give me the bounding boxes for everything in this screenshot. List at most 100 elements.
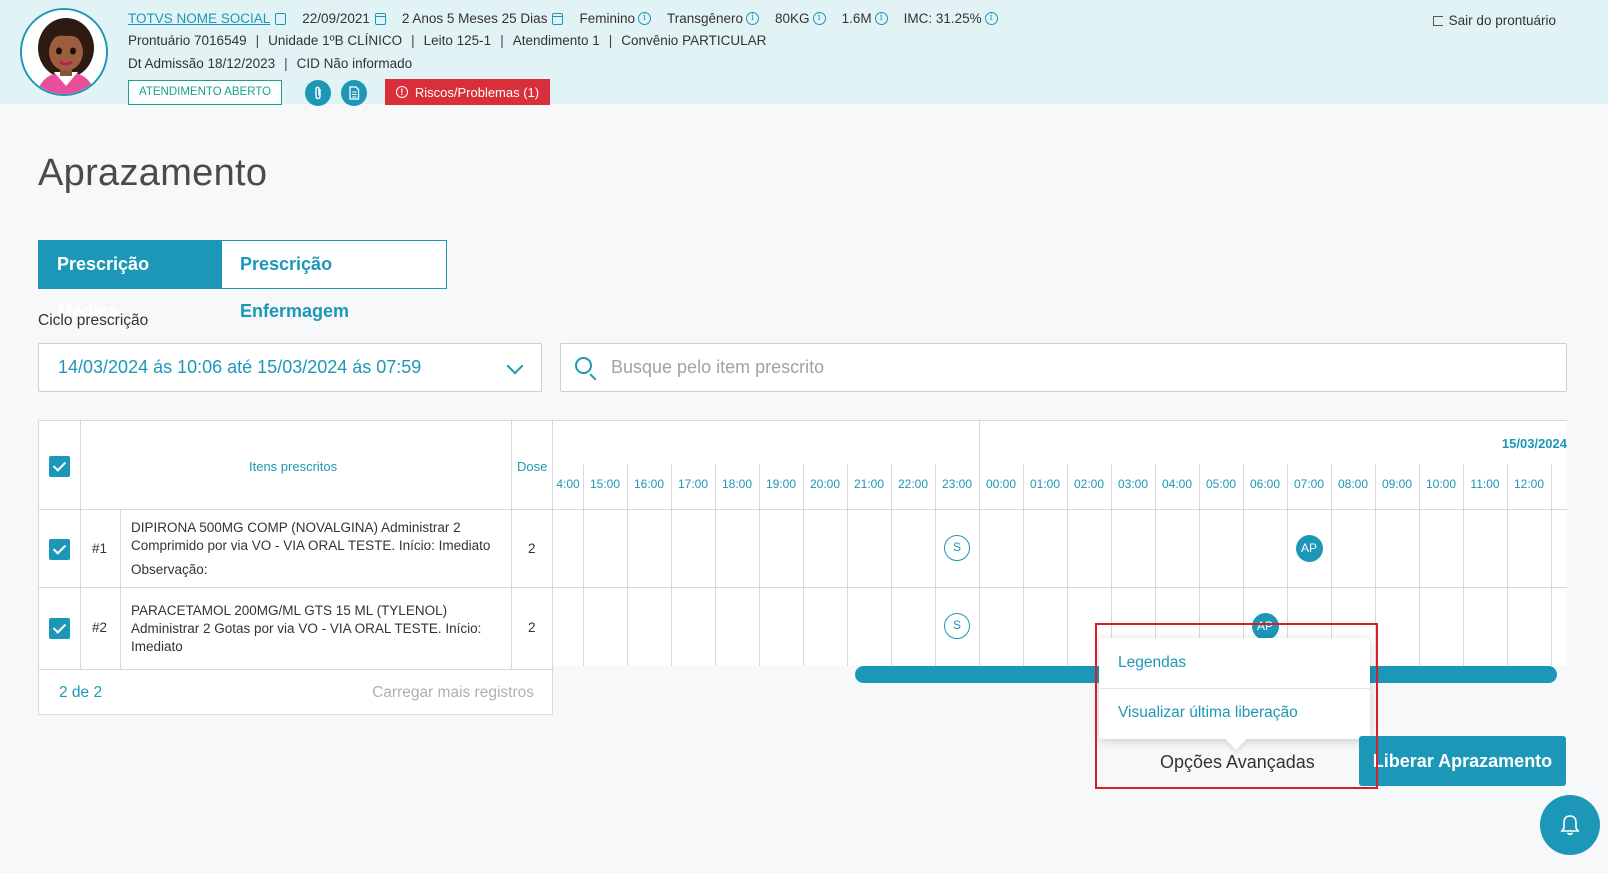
item-dose: 2 (528, 541, 536, 556)
hour-header: 10:00 (1425, 477, 1457, 491)
hour-header: 17:00 (677, 477, 709, 491)
hour-header: 18:00 (721, 477, 753, 491)
hour-header: 00:00 (985, 477, 1017, 491)
document-icon (349, 86, 360, 100)
cid: CID Não informado (296, 56, 413, 71)
hour-header: 02:00 (1073, 477, 1105, 491)
calendar-icon (374, 12, 386, 25)
menu-item-legendas[interactable]: Legendas (1118, 654, 1186, 672)
schedule-grid: 15/03/2024 4:00 15:00 16:00 17:00 18:00 19:00… (553, 420, 1567, 666)
attachment-button[interactable] (305, 80, 331, 106)
admission-date: Dt Admissão 18/12/2023 (128, 56, 276, 71)
logout-label: Sair do prontuário (1448, 13, 1556, 28)
logout-icon (1432, 15, 1443, 26)
item-description: DIPIRONA 500MG COMP (NOVALGINA) Administ… (131, 520, 491, 553)
items-panel: Itens prescritos Dose #1 DIPIRONA 500MG … (38, 420, 554, 715)
hour-header: 07:00 (1293, 477, 1325, 491)
patient-sex: Feminino (579, 11, 635, 26)
table-row-item[interactable]: DIPIRONA 500MG COMP (NOVALGINA) Administ… (131, 519, 516, 579)
patient-name-link[interactable]: TOTVS NOME SOCIAL (128, 11, 270, 26)
hour-header: 06:00 (1249, 477, 1281, 491)
table-row-item[interactable]: PARACETAMOL 200MG/ML GTS 15 ML (TYLENOL)… (131, 602, 516, 656)
load-more-link[interactable]: Carregar mais registros (372, 684, 534, 702)
hour-header: 23:00 (941, 477, 973, 491)
patient-header: TOTVS NOME SOCIAL 22/09/2021 2 Anos 5 Me… (0, 0, 1608, 106)
hour-header: 16:00 (633, 477, 665, 491)
menu-item-visualizar-ultima-liberacao[interactable]: Visualizar última liberação (1118, 704, 1298, 722)
clipboard-icon[interactable] (275, 12, 287, 25)
row-number: #2 (92, 620, 108, 635)
date-label: 15/03/2024 (1501, 436, 1567, 451)
logout-link[interactable]: Sair do prontuário (1432, 13, 1556, 28)
advanced-options-button[interactable]: Opções Avançadas (1160, 752, 1315, 773)
patient-weight: 80KG (775, 11, 810, 26)
hour-header: 19:00 (765, 477, 797, 491)
item-observation: Observação: (131, 562, 208, 577)
advanced-options-menu: Legendas Visualizar última liberação (1099, 638, 1370, 739)
paperclip-icon (315, 86, 321, 100)
separator: | (608, 33, 613, 48)
patient-imc: IMC: 31.25% (903, 11, 982, 26)
info-icon[interactable]: i (746, 12, 760, 25)
info-icon[interactable]: i (637, 12, 651, 25)
schedule-mark-ap[interactable]: AP (1251, 612, 1279, 640)
info-icon[interactable]: i (812, 12, 826, 25)
patient-age: 2 Anos 5 Meses 25 Dias (401, 11, 548, 26)
search-box (560, 343, 1567, 392)
separator: | (284, 56, 288, 71)
search-input[interactable] (611, 344, 1551, 391)
cycle-select[interactable]: 14/03/2024 ás 10:06 até 15/03/2024 ás 07… (38, 343, 542, 392)
tab-prescricao-enfermagem[interactable]: Prescrição Enfermagem (221, 240, 447, 321)
schedule-mark-s[interactable]: S (944, 535, 970, 561)
patient-avatar[interactable] (20, 8, 108, 96)
schedule-mark-ap[interactable]: AP (1295, 534, 1323, 562)
hour-header: 12:00 (1513, 477, 1545, 491)
hour-header: 04:00 (1161, 477, 1193, 491)
release-scheduling-button[interactable]: Liberar Aprazamento (1359, 736, 1566, 786)
select-all-checkbox[interactable] (49, 456, 70, 477)
status-badge: ATENDIMENTO ABERTO (128, 80, 283, 105)
patient-gender: Transgênero (666, 11, 744, 26)
document-button[interactable] (341, 80, 367, 106)
cycle-label: Ciclo prescrição (38, 312, 149, 329)
item-dose: 2 (528, 620, 536, 635)
separator: | (500, 33, 504, 48)
schedule-mark-s[interactable]: S (944, 613, 970, 639)
prontuario-number: Prontuário 7016549 (128, 33, 247, 48)
hour-header: 15:00 (589, 477, 621, 491)
attendance: Atendimento 1 (512, 33, 600, 48)
page-title: Aprazamento (38, 152, 268, 194)
hour-header: 08:00 (1337, 477, 1369, 491)
item-description: PARACETAMOL 200MG/ML GTS 15 ML (TYLENOL)… (131, 603, 482, 654)
patient-info-line-3: Dt Admissão 18/12/2023 | CID Não informa… (128, 56, 412, 71)
column-header-items: Itens prescritos (249, 459, 338, 474)
bell-icon (1560, 815, 1580, 836)
prescription-tabs: Prescrição Médica Prescrição Enfermagem (38, 240, 447, 321)
tab-prescricao-medica[interactable]: Prescrição Médica (38, 240, 221, 321)
separator: | (255, 33, 260, 48)
row-checkbox[interactable] (49, 539, 70, 560)
hour-header: 09:00 (1381, 477, 1413, 491)
notifications-button[interactable] (1540, 795, 1600, 855)
insurance: Convênio PARTICULAR (621, 33, 767, 48)
hour-header: 03:00 (1117, 477, 1149, 491)
birth-date: 22/09/2021 (302, 11, 370, 26)
alert-icon: ! (395, 86, 408, 98)
unit: Unidade 1ºB CLÍNICO (268, 33, 403, 48)
info-icon[interactable]: i (984, 12, 998, 25)
patient-info-line-1: TOTVS NOME SOCIAL 22/09/2021 2 Anos 5 Me… (128, 11, 1014, 26)
hour-header: 01:00 (1029, 477, 1061, 491)
hour-header: 20:00 (809, 477, 841, 491)
risks-problems-button[interactable]: ! Riscos/Problemas (1) (385, 79, 550, 105)
risks-problems-label: Riscos/Problemas (1) (414, 84, 540, 100)
cycle-select-value: 14/03/2024 ás 10:06 até 15/03/2024 ás 07… (58, 357, 422, 377)
info-icon[interactable]: i (874, 12, 888, 25)
row-checkbox[interactable] (49, 618, 70, 639)
hour-header: 05:00 (1205, 477, 1237, 491)
patient-info-line-2: Prontuário 7016549 | Unidade 1ºB CLÍNICO… (128, 33, 766, 48)
search-icon (575, 357, 592, 374)
patient-height: 1.6M (841, 11, 872, 26)
records-count: 2 de 2 (59, 684, 103, 701)
hour-header: 22:00 (897, 477, 929, 491)
hour-header: 11:00 (1470, 477, 1500, 491)
